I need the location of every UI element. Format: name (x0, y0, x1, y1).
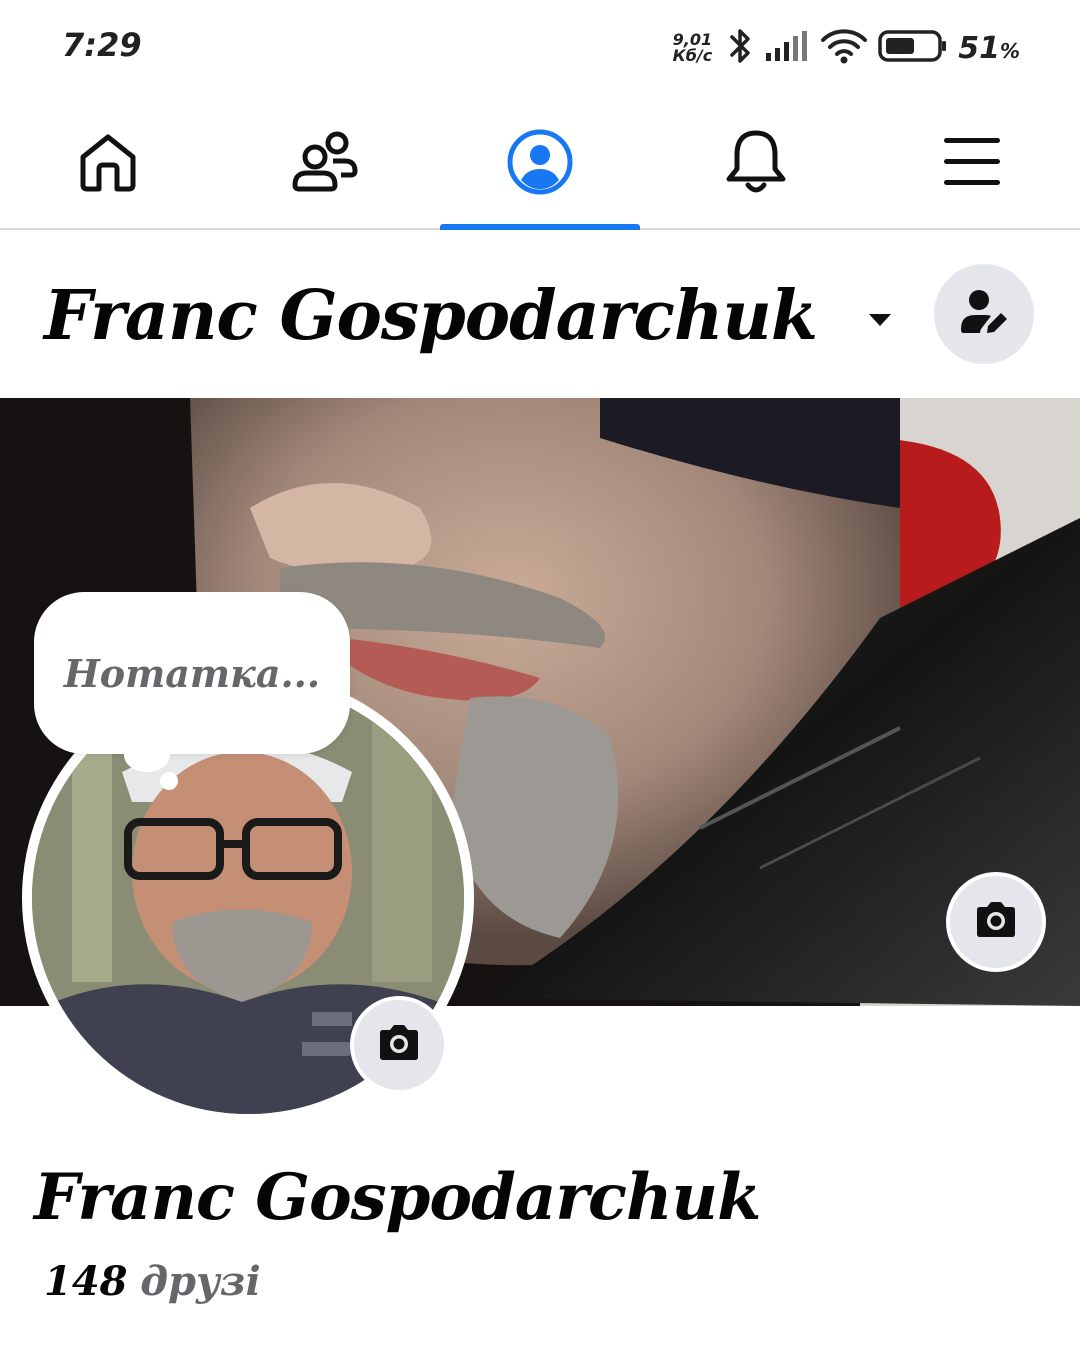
tab-notifications[interactable] (656, 100, 856, 228)
tab-friends[interactable] (224, 100, 424, 228)
camera-icon (376, 1023, 422, 1067)
friends-link[interactable]: 148 друзі (44, 1258, 261, 1305)
note-placeholder: Нотатка... (63, 650, 321, 696)
camera-icon (973, 900, 1019, 944)
signal-icon (764, 29, 810, 67)
top-nav (0, 100, 1080, 230)
cover-camera-button[interactable] (946, 872, 1046, 972)
network-speed: 9,01 Кб/с (673, 32, 713, 64)
bell-icon (723, 127, 789, 201)
status-bar: 7:29 9,01 Кб/с 51% (0, 0, 1080, 96)
battery-icon (878, 29, 948, 67)
header-profile-name[interactable]: Franc Gospodarchuk (44, 276, 818, 356)
person-edit-icon (957, 285, 1011, 343)
note-bubble-tail-dot (160, 772, 178, 790)
note-bubble[interactable]: Нотатка... (34, 592, 350, 754)
profile-icon (505, 127, 575, 201)
tab-menu[interactable] (872, 100, 1072, 228)
status-icons: 9,01 Кб/с 51% (673, 26, 1020, 70)
network-speed-unit: Кб/с (672, 46, 713, 65)
menu-icon (942, 134, 1002, 194)
profile-header: Franc Gospodarchuk (0, 232, 1080, 398)
friends-label: друзі (140, 1258, 261, 1305)
battery-percent: 51% (958, 30, 1020, 66)
edit-profile-button[interactable] (934, 264, 1034, 364)
note-bubble-tail (124, 738, 170, 772)
friends-icon (289, 129, 359, 199)
wifi-icon (820, 27, 868, 69)
bluetooth-icon (728, 26, 754, 70)
home-icon (75, 129, 141, 199)
friends-count: 148 (44, 1258, 128, 1305)
tab-home[interactable] (8, 100, 208, 228)
avatar-camera-button[interactable] (350, 996, 448, 1094)
status-time: 7:29 (62, 26, 142, 64)
tab-profile[interactable] (440, 100, 640, 230)
chevron-down-icon[interactable] (866, 310, 894, 330)
profile-name: Franc Gospodarchuk (34, 1160, 761, 1235)
